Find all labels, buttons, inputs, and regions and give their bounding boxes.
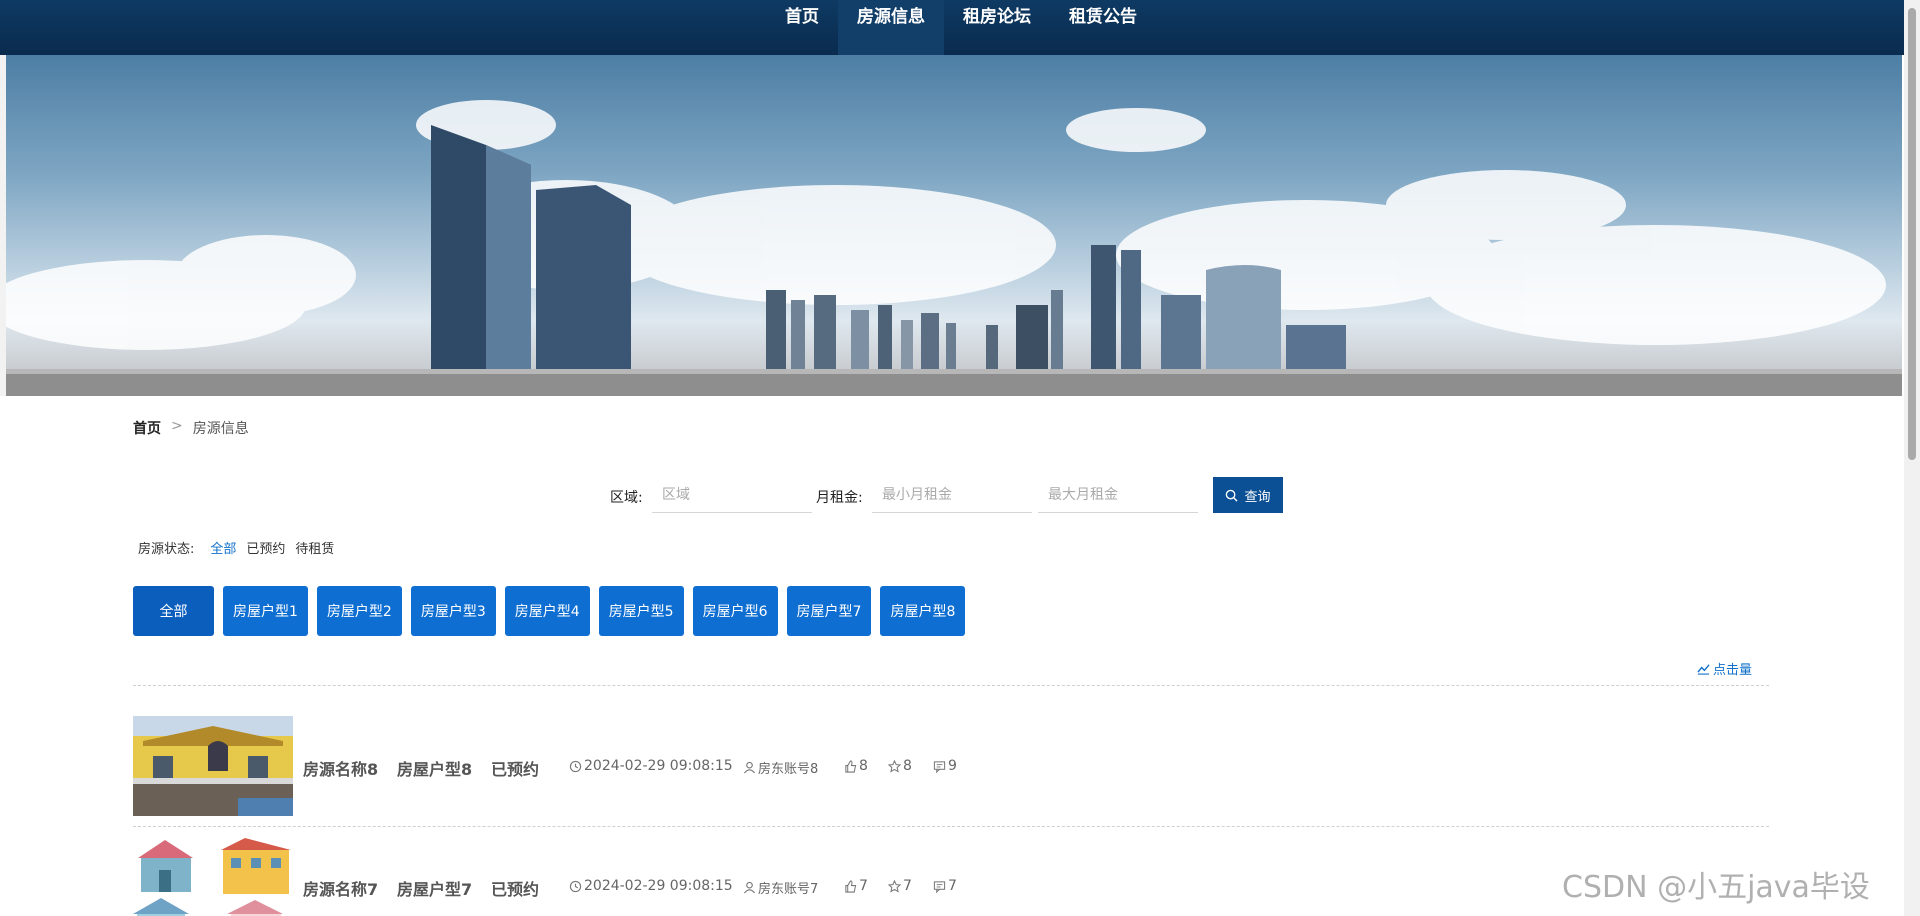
list-divider <box>133 826 1769 827</box>
listing-status: 已预约 <box>491 760 540 779</box>
type-button-8[interactable]: 房屋户型8 <box>880 586 966 636</box>
comment-icon <box>933 880 946 893</box>
status-option-all[interactable]: 全部 <box>210 538 236 557</box>
user-icon <box>743 881 756 894</box>
clock-icon <box>569 880 582 892</box>
trend-icon <box>1697 664 1710 675</box>
area-label: 区域: <box>610 490 643 506</box>
star-icon <box>888 759 901 773</box>
listing-owner: 房东账号7 <box>743 878 818 897</box>
search-button-label: 查询 <box>1244 488 1271 504</box>
listing-name[interactable]: 房源名称7 <box>303 876 378 900</box>
listing-favorites[interactable]: 7 <box>888 878 912 894</box>
nav-listings[interactable]: 房源信息 <box>838 0 944 55</box>
thumbs-up-icon <box>845 759 857 773</box>
breadcrumb: 首页 > 房源信息 <box>133 418 249 438</box>
sort-by-clicks[interactable]: 点击量 <box>1697 659 1752 678</box>
listing-name[interactable]: 房源名称8 <box>303 756 378 780</box>
thumbs-up-icon <box>845 879 857 893</box>
search-bar: 区域: 月租金: 查询 <box>0 477 1904 515</box>
listing-type: 房屋户型7 <box>397 880 473 899</box>
listing-thumbnail[interactable] <box>133 716 293 816</box>
status-filter: 房源状态: 全部 已预约 待租赁 <box>138 538 334 557</box>
type-button-3[interactable]: 房屋户型3 <box>410 586 496 636</box>
listing-thumbnail[interactable] <box>133 836 293 916</box>
listing-status: 已预约 <box>491 880 540 899</box>
min-rent-input[interactable] <box>872 477 1032 513</box>
breadcrumb-current: 房源信息 <box>192 421 249 437</box>
user-icon <box>743 761 756 774</box>
list-divider <box>133 685 1769 686</box>
listing-row[interactable]: 房源名称8 房屋户型8 已预约 2024-02-29 09:08:15 房东账号… <box>133 716 1769 816</box>
listing-time: 2024-02-29 09:08:15 <box>569 758 733 774</box>
search-icon <box>1226 489 1239 502</box>
listing-comments[interactable]: 7 <box>933 878 957 894</box>
breadcrumb-separator: > <box>171 418 183 434</box>
type-button-4[interactable]: 房屋户型4 <box>504 586 590 636</box>
sort-label: 点击量 <box>1713 663 1753 678</box>
type-button-2[interactable]: 房屋户型2 <box>316 586 402 636</box>
watermark: CSDN @小五java毕设 <box>1562 870 1870 905</box>
listing-type: 房屋户型8 <box>397 760 473 779</box>
breadcrumb-home[interactable]: 首页 <box>133 418 161 438</box>
search-button[interactable]: 查询 <box>1213 477 1283 513</box>
scrollbar-thumb[interactable] <box>1908 8 1916 460</box>
type-button-all[interactable]: 全部 <box>133 586 214 636</box>
nav-menu: 首页 房源信息 租房论坛 租赁公告 <box>766 0 1156 55</box>
max-rent-input[interactable] <box>1038 477 1198 513</box>
listing-row[interactable]: 房源名称7 房屋户型7 已预约 2024-02-29 09:08:15 房东账号… <box>133 836 1769 916</box>
listing-owner: 房东账号8 <box>743 758 818 777</box>
comment-icon <box>933 760 946 773</box>
listing-comments[interactable]: 9 <box>933 758 957 774</box>
hero-banner <box>6 55 1902 396</box>
rent-label: 月租金: <box>816 490 863 506</box>
type-button-7[interactable]: 房屋户型7 <box>786 586 872 636</box>
type-button-1[interactable]: 房屋户型1 <box>223 586 308 636</box>
nav-notices[interactable]: 租赁公告 <box>1050 0 1156 55</box>
listing-likes[interactable]: 7 <box>844 878 868 894</box>
listing-favorites[interactable]: 8 <box>888 758 912 774</box>
type-filter: 全部 房屋户型1 房屋户型2 房屋户型3 房屋户型4 房屋户型5 房屋户型6 房… <box>133 586 966 636</box>
listing-likes[interactable]: 8 <box>844 758 868 774</box>
status-option-reserved[interactable]: 已预约 <box>246 538 285 557</box>
type-button-6[interactable]: 房屋户型6 <box>692 586 778 636</box>
star-icon <box>888 879 901 893</box>
status-filter-label: 房源状态: <box>138 542 195 557</box>
type-button-5[interactable]: 房屋户型5 <box>598 586 684 636</box>
listing-time: 2024-02-29 09:08:15 <box>569 878 733 894</box>
area-input[interactable] <box>652 477 812 513</box>
nav-home[interactable]: 首页 <box>766 0 838 55</box>
status-option-available[interactable]: 待租赁 <box>295 538 334 557</box>
city-skyline-image <box>6 100 1902 396</box>
clock-icon <box>569 760 582 772</box>
top-nav: 首页 房源信息 租房论坛 租赁公告 <box>0 0 1904 55</box>
nav-forum[interactable]: 租房论坛 <box>944 0 1050 55</box>
